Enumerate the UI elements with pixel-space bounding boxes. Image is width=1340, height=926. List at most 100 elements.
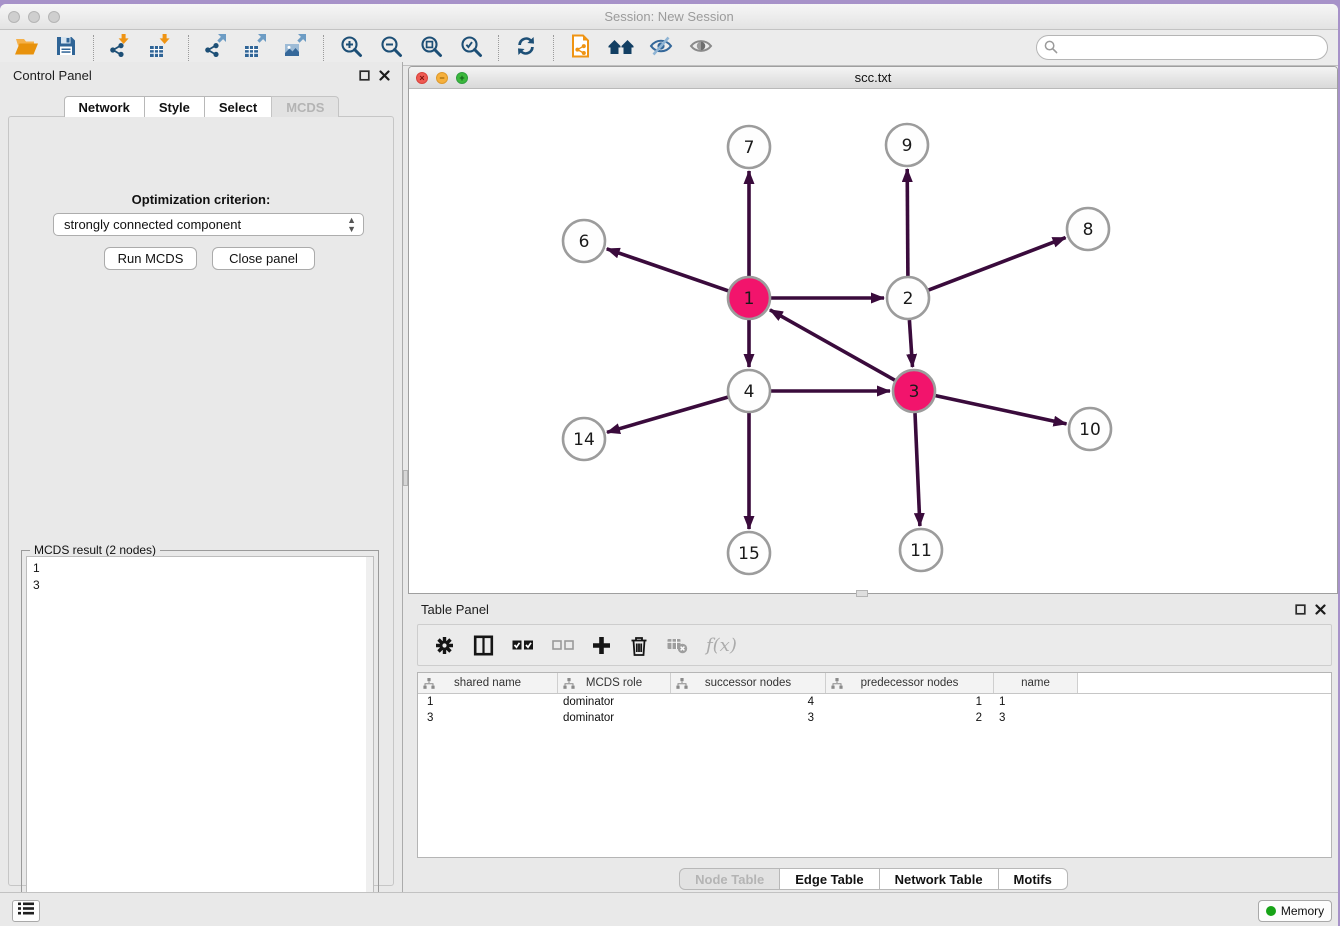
column-header-name[interactable]: name — [994, 673, 1078, 693]
export-image-button[interactable] — [276, 33, 316, 63]
column-header-predecessor-nodes[interactable]: predecessor nodes — [826, 673, 994, 693]
toggle-graphics-details-button[interactable] — [681, 33, 721, 63]
node-11[interactable]: 11 — [900, 529, 942, 571]
node-label: 4 — [744, 382, 755, 402]
column-header-shared-name[interactable]: shared name — [418, 673, 558, 693]
hide-selected-button[interactable] — [641, 33, 681, 63]
tab-network[interactable]: Network — [64, 96, 145, 117]
column-header-successor-nodes[interactable]: successor nodes — [671, 673, 826, 693]
save-session-button[interactable] — [46, 33, 86, 63]
edge-3-10[interactable] — [936, 396, 1067, 424]
edge-2-9[interactable] — [907, 169, 908, 276]
node-1[interactable]: 1 — [728, 277, 770, 319]
table-cell[interactable]: 1 — [418, 694, 558, 710]
tab-style[interactable]: Style — [144, 96, 205, 117]
zoom-out-button[interactable] — [371, 33, 411, 63]
table-cell[interactable]: 1 — [826, 694, 994, 710]
import-table-button[interactable] — [141, 33, 181, 63]
select-all-icon[interactable] — [512, 638, 534, 652]
delete-table-icon — [667, 636, 688, 654]
table-cell[interactable]: 2 — [826, 710, 994, 726]
edge-4-14[interactable] — [607, 397, 728, 432]
network-graph[interactable]: 7 9 6 8 1 2 4 3 14 10 15 11 — [409, 89, 1337, 593]
table-cell[interactable]: 3 — [418, 710, 558, 726]
edge-2-8[interactable] — [929, 238, 1066, 291]
zoom-fit-button[interactable] — [411, 33, 451, 63]
table-cell[interactable]: 3 — [994, 710, 1078, 726]
tab-network-table[interactable]: Network Table — [879, 868, 999, 890]
horizontal-splitter-grip[interactable] — [856, 590, 868, 597]
table-cell[interactable]: dominator — [558, 694, 671, 710]
node-label: 14 — [573, 430, 595, 450]
edge-3-11[interactable] — [915, 413, 920, 526]
search-input[interactable] — [1036, 35, 1328, 60]
add-column-icon[interactable] — [592, 636, 611, 655]
table-toolbar: f(x) — [417, 624, 1332, 666]
import-table-icon — [149, 34, 173, 61]
table-panel: Table Panel f(x) shared nameMCDS rolesuc… — [408, 596, 1338, 892]
network-canvas[interactable]: 7 9 6 8 1 2 4 3 14 10 15 11 — [409, 89, 1337, 593]
status-bar: Memory — [0, 892, 1338, 926]
edge-3-1[interactable] — [770, 310, 895, 380]
delete-column-icon[interactable] — [629, 635, 649, 656]
close-panel-icon[interactable] — [379, 68, 390, 86]
run-mcds-button[interactable]: Run MCDS — [104, 247, 197, 270]
node-label: 7 — [744, 138, 755, 158]
table-cell[interactable]: 4 — [671, 694, 826, 710]
node-15[interactable]: 15 — [728, 532, 770, 574]
table-cell[interactable]: 1 — [994, 694, 1078, 710]
table-settings-icon[interactable] — [434, 635, 455, 656]
edge-1-6[interactable] — [607, 249, 729, 291]
split-panel-icon[interactable] — [473, 635, 494, 656]
main-titlebar: Session: New Session — [0, 4, 1338, 30]
node-7[interactable]: 7 — [728, 126, 770, 168]
node-8[interactable]: 8 — [1067, 208, 1109, 250]
mcds-result-text[interactable]: 1 3 — [26, 556, 374, 921]
save-session-icon — [55, 35, 77, 60]
close-panel-button[interactable]: Close panel — [212, 247, 315, 270]
export-image-icon — [284, 34, 308, 61]
node-10[interactable]: 10 — [1069, 408, 1111, 450]
tab-node-table[interactable]: Node Table — [679, 868, 780, 890]
export-network-button[interactable] — [196, 33, 236, 63]
edge-2-3[interactable] — [909, 320, 912, 367]
task-history-button[interactable] — [12, 900, 40, 922]
network-titlebar[interactable]: × − + scc.txt — [409, 67, 1337, 89]
table-row[interactable]: 1dominator411 — [418, 694, 1331, 710]
export-table-icon — [244, 34, 268, 61]
table-cell[interactable]: dominator — [558, 710, 671, 726]
node-3[interactable]: 3 — [893, 370, 935, 412]
zoom-in-button[interactable] — [331, 33, 371, 63]
float-table-panel-icon[interactable] — [1295, 602, 1306, 620]
toolbar-separator — [93, 35, 94, 61]
close-table-panel-icon[interactable] — [1315, 602, 1326, 620]
node-4[interactable]: 4 — [728, 370, 770, 412]
zoom-selected-button[interactable] — [451, 33, 491, 63]
refresh-view-button[interactable] — [506, 33, 546, 63]
node-label: 10 — [1079, 420, 1101, 440]
node-9[interactable]: 9 — [886, 124, 928, 166]
column-header-MCDS-role[interactable]: MCDS role — [558, 673, 671, 693]
mcds-panel: Optimization criterion: strongly connect… — [8, 116, 394, 886]
node-14[interactable]: 14 — [563, 418, 605, 460]
node-2[interactable]: 2 — [887, 277, 929, 319]
result-scrollbar[interactable] — [366, 557, 373, 920]
first-neighbors-button[interactable] — [601, 33, 641, 63]
export-table-button[interactable] — [236, 33, 276, 63]
node-6[interactable]: 6 — [563, 220, 605, 262]
tab-select[interactable]: Select — [204, 96, 272, 117]
tab-motifs[interactable]: Motifs — [998, 868, 1068, 890]
deselect-all-icon[interactable] — [552, 638, 574, 652]
table-row[interactable]: 3dominator323 — [418, 710, 1331, 726]
import-network-button[interactable] — [101, 33, 141, 63]
table-cell[interactable]: 3 — [671, 710, 826, 726]
function-builder-icon: f(x) — [706, 635, 737, 656]
float-panel-icon[interactable] — [359, 68, 370, 86]
optimization-criterion-select[interactable]: strongly connected component ▲▼ — [53, 213, 364, 236]
window-title: Session: New Session — [0, 9, 1338, 24]
tab-mcds[interactable]: MCDS — [271, 96, 339, 117]
tab-edge-table[interactable]: Edge Table — [779, 868, 879, 890]
memory-button[interactable]: Memory — [1258, 900, 1332, 922]
open-session-button[interactable] — [6, 33, 46, 63]
new-network-from-selection-button[interactable] — [561, 33, 601, 63]
